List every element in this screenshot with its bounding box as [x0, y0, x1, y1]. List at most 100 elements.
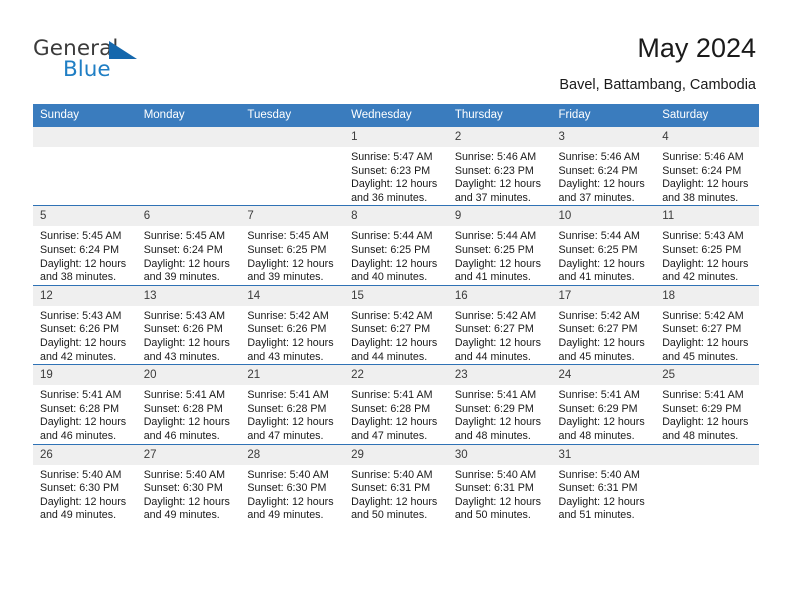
calendar-day-cell[interactable]: 19 Sunrise: 5:41 AM Sunset: 6:28 PM Dayligh…: [33, 364, 137, 444]
calendar-header-row: Sunday Monday Tuesday Wednesday Thursday…: [33, 104, 759, 127]
daylight-text: and 49 minutes.: [247, 509, 324, 522]
weekday-header-monday: Monday: [136, 104, 241, 127]
calendar-day-cell[interactable]: 26 Sunrise: 5:40 AM Sunset: 6:30 PM Dayligh…: [33, 443, 137, 523]
weekday-header-sunday: Sunday: [33, 104, 137, 127]
daylight-text: and 49 minutes.: [143, 509, 220, 522]
page-title: May 2024: [637, 33, 756, 63]
page-header: General Blue May 2024 Bavel, Battambang,…: [0, 0, 792, 104]
sunset-text: Sunset: 6:23 PM: [454, 164, 534, 177]
sunset-text: Sunset: 6:23 PM: [351, 164, 431, 177]
day-details: Sunrise: 5:44 AM Sunset: 6:25 PM Daylight:…: [344, 226, 448, 284]
calendar-day-cell[interactable]: 21 Sunrise: 5:41 AM Sunset: 6:28 PM Dayligh…: [240, 364, 345, 444]
calendar-day-cell[interactable]: 20 Sunrise: 5:41 AM Sunset: 6:28 PM Dayligh…: [136, 364, 241, 444]
calendar-day-cell[interactable]: 13 Sunrise: 5:43 AM Sunset: 6:26 PM Dayligh…: [136, 284, 241, 365]
daylight-text: Daylight: 12 hours: [558, 178, 645, 191]
calendar-day-cell[interactable]: 10 Sunrise: 5:44 AM Sunset: 6:25 PM Dayligh…: [551, 205, 656, 286]
daylight-text: and 37 minutes.: [558, 191, 635, 204]
general-blue-logo[interactable]: General Blue: [33, 36, 213, 92]
sunrise-text: Sunrise: 5:46 AM: [662, 151, 744, 163]
day-number: [136, 127, 241, 147]
daylight-text: Daylight: 12 hours: [558, 416, 645, 429]
daylight-text: and 51 minutes.: [558, 509, 635, 522]
day-number: 24: [551, 365, 656, 386]
daylight-text: Daylight: 12 hours: [40, 336, 127, 349]
day-details: Sunrise: 5:40 AM Sunset: 6:30 PM Daylight:…: [33, 465, 137, 523]
sunset-text: Sunset: 6:27 PM: [454, 323, 534, 336]
calendar-day-cell[interactable]: 24 Sunrise: 5:41 AM Sunset: 6:29 PM Dayligh…: [551, 364, 656, 444]
calendar-day-cell[interactable]: 18 Sunrise: 5:42 AM Sunset: 6:27 PM Dayligh…: [655, 284, 759, 365]
weekday-header-tuesday: Tuesday: [240, 104, 345, 127]
day-number: [240, 127, 345, 147]
daylight-text: and 43 minutes.: [143, 350, 220, 363]
calendar-day-cell[interactable]: 23 Sunrise: 5:41 AM Sunset: 6:29 PM Dayligh…: [447, 364, 552, 444]
calendar-day-cell[interactable]: 22 Sunrise: 5:41 AM Sunset: 6:28 PM Dayligh…: [344, 364, 448, 444]
sunrise-text: Sunrise: 5:44 AM: [454, 230, 537, 243]
sunset-text: Sunset: 6:26 PM: [247, 323, 327, 336]
calendar-day-cell[interactable]: 28 Sunrise: 5:40 AM Sunset: 6:30 PM Dayligh…: [240, 443, 345, 523]
calendar-day-cell[interactable]: 2 Sunrise: 5:46 AM Sunset: 6:23 PM Daylight…: [447, 127, 552, 206]
sunrise-text: Sunrise: 5:41 AM: [40, 389, 122, 402]
sunset-text: Sunset: 6:31 PM: [558, 482, 638, 495]
day-number: 8: [344, 206, 448, 227]
calendar-day-cell[interactable]: 14 Sunrise: 5:42 AM Sunset: 6:26 PM Dayligh…: [240, 284, 345, 365]
day-details: Sunrise: 5:40 AM Sunset: 6:30 PM Daylight:…: [240, 465, 344, 523]
calendar-day-cell[interactable]: 31 Sunrise: 5:40 AM Sunset: 6:31 PM Dayligh…: [551, 443, 656, 523]
calendar-empty-cell: [136, 127, 241, 206]
calendar-day-cell[interactable]: 8 Sunrise: 5:44 AM Sunset: 6:25 PM Daylight…: [344, 205, 448, 286]
sunrise-text: Sunrise: 5:40 AM: [143, 468, 226, 481]
daylight-text: and 49 minutes.: [40, 509, 117, 522]
daylight-text: and 47 minutes.: [351, 429, 428, 442]
calendar-day-cell[interactable]: 3 Sunrise: 5:46 AM Sunset: 6:24 PM Daylight…: [551, 127, 656, 206]
calendar-day-cell[interactable]: 12 Sunrise: 5:43 AM Sunset: 6:26 PM Dayligh…: [33, 284, 137, 365]
sunrise-text: Sunrise: 5:42 AM: [662, 309, 744, 322]
sunrise-text: Sunrise: 5:40 AM: [247, 468, 329, 481]
calendar-day-cell[interactable]: 30 Sunrise: 5:40 AM Sunset: 6:31 PM Dayligh…: [447, 443, 552, 523]
sunrise-text: Sunrise: 5:47 AM: [351, 151, 433, 163]
daylight-text: Daylight: 12 hours: [351, 178, 438, 191]
calendar-day-cell[interactable]: 25 Sunrise: 5:41 AM Sunset: 6:29 PM Dayligh…: [655, 364, 759, 444]
calendar-day-cell[interactable]: 7 Sunrise: 5:45 AM Sunset: 6:25 PM Daylight…: [240, 205, 345, 286]
daylight-text: Daylight: 12 hours: [558, 257, 645, 270]
daylight-text: Daylight: 12 hours: [454, 336, 541, 349]
daylight-text: and 38 minutes.: [40, 271, 117, 284]
day-details: Sunrise: 5:46 AM Sunset: 6:23 PM Daylight:…: [448, 147, 552, 205]
sunrise-text: Sunrise: 5:41 AM: [143, 389, 226, 402]
weekday-header-wednesday: Wednesday: [344, 104, 448, 127]
sunset-text: Sunset: 6:31 PM: [351, 482, 431, 495]
sunrise-text: Sunrise: 5:42 AM: [351, 309, 433, 322]
calendar-day-cell[interactable]: 11 Sunrise: 5:43 AM Sunset: 6:25 PM Dayligh…: [655, 205, 759, 286]
daylight-text: Daylight: 12 hours: [351, 416, 438, 429]
calendar-day-cell[interactable]: 9 Sunrise: 5:44 AM Sunset: 6:25 PM Daylight…: [447, 205, 552, 286]
day-details: Sunrise: 5:42 AM Sunset: 6:27 PM Daylight:…: [655, 306, 759, 364]
sunrise-text: Sunrise: 5:41 AM: [247, 389, 329, 402]
calendar-day-cell[interactable]: 16 Sunrise: 5:42 AM Sunset: 6:27 PM Dayligh…: [447, 284, 552, 365]
calendar-day-cell[interactable]: 15 Sunrise: 5:42 AM Sunset: 6:27 PM Dayligh…: [344, 284, 448, 365]
daylight-text: Daylight: 12 hours: [143, 416, 230, 429]
daylight-text: Daylight: 12 hours: [247, 495, 334, 508]
daylight-text: and 38 minutes.: [662, 191, 739, 204]
daylight-text: Daylight: 12 hours: [40, 257, 127, 270]
calendar-day-cell[interactable]: 6 Sunrise: 5:45 AM Sunset: 6:24 PM Daylight…: [136, 205, 241, 286]
daylight-text: and 43 minutes.: [247, 350, 324, 363]
sunset-text: Sunset: 6:31 PM: [454, 482, 534, 495]
calendar-day-cell[interactable]: 5 Sunrise: 5:45 AM Sunset: 6:24 PM Daylight…: [33, 205, 137, 286]
day-number: 19: [33, 365, 137, 386]
sunrise-text: Sunrise: 5:46 AM: [558, 151, 640, 163]
day-number: 23: [447, 365, 552, 386]
weekday-header-saturday: Saturday: [655, 104, 759, 127]
calendar-day-cell[interactable]: 4 Sunrise: 5:46 AM Sunset: 6:24 PM Daylight…: [655, 127, 759, 206]
sunrise-text: Sunrise: 5:40 AM: [558, 468, 640, 481]
sunset-text: Sunset: 6:25 PM: [662, 243, 742, 256]
calendar-day-cell[interactable]: 1 Sunrise: 5:47 AM Sunset: 6:23 PM Daylight…: [344, 127, 448, 206]
daylight-text: Daylight: 12 hours: [247, 416, 334, 429]
daylight-text: Daylight: 12 hours: [662, 416, 749, 429]
sunset-text: Sunset: 6:29 PM: [454, 402, 534, 415]
day-details: Sunrise: 5:44 AM Sunset: 6:25 PM Daylight:…: [552, 226, 656, 284]
sunrise-text: Sunrise: 5:41 AM: [662, 389, 744, 402]
calendar-body: 1 Sunrise: 5:47 AM Sunset: 6:23 PM Daylight…: [33, 127, 759, 523]
calendar-day-cell[interactable]: 17 Sunrise: 5:42 AM Sunset: 6:27 PM Dayligh…: [551, 284, 656, 365]
daylight-text: Daylight: 12 hours: [662, 257, 749, 270]
calendar-day-cell[interactable]: 29 Sunrise: 5:40 AM Sunset: 6:31 PM Dayligh…: [344, 443, 448, 523]
weekday-header-friday: Friday: [551, 104, 656, 127]
calendar-day-cell[interactable]: 27 Sunrise: 5:40 AM Sunset: 6:30 PM Dayligh…: [136, 443, 241, 523]
